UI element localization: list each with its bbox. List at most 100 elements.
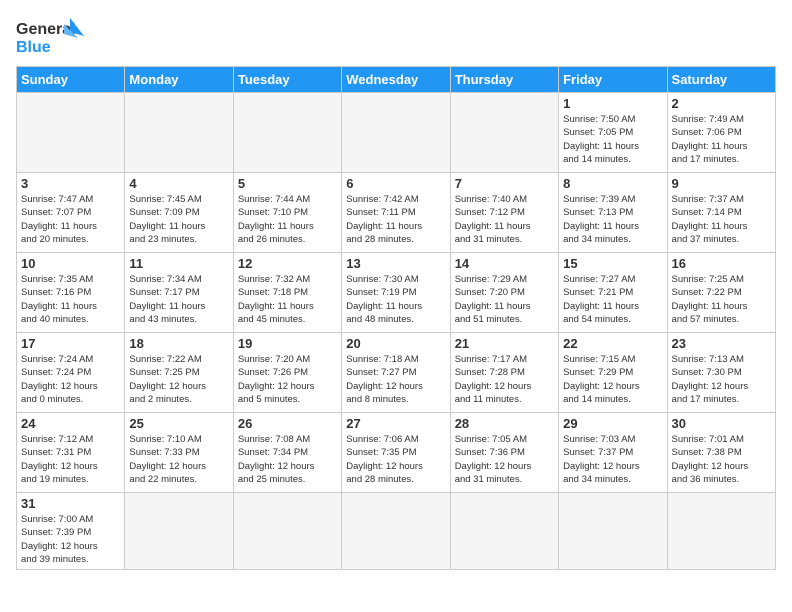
- calendar-cell: 8 Sunrise: 7:39 AM Sunset: 7:13 PM Daylig…: [559, 173, 667, 253]
- calendar-cell: 27 Sunrise: 7:06 AM Sunset: 7:35 PM Dayli…: [342, 413, 450, 493]
- calendar-cell: 11 Sunrise: 7:34 AM Sunset: 7:17 PM Dayli…: [125, 253, 233, 333]
- day-info: Sunrise: 7:45 AM Sunset: 7:09 PM Dayligh…: [129, 193, 228, 246]
- day-header-friday: Friday: [559, 67, 667, 93]
- calendar-cell: [125, 93, 233, 173]
- calendar-cell: 29Sunrise: 7:03 AM Sunset: 7:37 PM Dayli…: [559, 413, 667, 493]
- calendar-cell: 20 Sunrise: 7:18 AM Sunset: 7:27 PM Dayli…: [342, 333, 450, 413]
- calendar-cell: 13 Sunrise: 7:30 AM Sunset: 7:19 PM Dayli…: [342, 253, 450, 333]
- day-info: Sunrise: 7:20 AM Sunset: 7:26 PM Dayligh…: [238, 353, 337, 406]
- day-number: 8: [563, 176, 662, 191]
- calendar-cell: [342, 493, 450, 570]
- calendar-cell: 7 Sunrise: 7:40 AM Sunset: 7:12 PM Daylig…: [450, 173, 558, 253]
- day-number: 15: [563, 256, 662, 271]
- calendar-cell: 31Sunrise: 7:00 AM Sunset: 7:39 PM Dayli…: [17, 493, 125, 570]
- day-header-sunday: Sunday: [17, 67, 125, 93]
- day-number: 23: [672, 336, 771, 351]
- day-info: Sunrise: 7:47 AM Sunset: 7:07 PM Dayligh…: [21, 193, 120, 246]
- calendar-cell: [450, 93, 558, 173]
- day-info: Sunrise: 7:13 AM Sunset: 7:30 PM Dayligh…: [672, 353, 771, 406]
- calendar-cell: [450, 493, 558, 570]
- day-number: 12: [238, 256, 337, 271]
- calendar-cell: [233, 93, 341, 173]
- day-info: Sunrise: 7:37 AM Sunset: 7:14 PM Dayligh…: [672, 193, 771, 246]
- day-info: Sunrise: 7:29 AM Sunset: 7:20 PM Dayligh…: [455, 273, 554, 326]
- day-info: Sunrise: 7:35 AM Sunset: 7:16 PM Dayligh…: [21, 273, 120, 326]
- day-number: 27: [346, 416, 445, 431]
- day-number: 28: [455, 416, 554, 431]
- calendar-cell: 4 Sunrise: 7:45 AM Sunset: 7:09 PM Daylig…: [125, 173, 233, 253]
- calendar-cell: 1 Sunrise: 7:50 AM Sunset: 7:05 PM Daylig…: [559, 93, 667, 173]
- day-number: 21: [455, 336, 554, 351]
- calendar-cell: 6 Sunrise: 7:42 AM Sunset: 7:11 PM Daylig…: [342, 173, 450, 253]
- day-info: Sunrise: 7:00 AM Sunset: 7:39 PM Dayligh…: [21, 513, 120, 566]
- calendar-cell: 14Sunrise: 7:29 AM Sunset: 7:20 PM Dayli…: [450, 253, 558, 333]
- day-number: 26: [238, 416, 337, 431]
- calendar-cell: 19Sunrise: 7:20 AM Sunset: 7:26 PM Dayli…: [233, 333, 341, 413]
- day-info: Sunrise: 7:15 AM Sunset: 7:29 PM Dayligh…: [563, 353, 662, 406]
- calendar-cell: [667, 493, 775, 570]
- calendar-cell: [559, 493, 667, 570]
- header: GeneralBlue: [16, 16, 776, 58]
- day-number: 6: [346, 176, 445, 191]
- day-number: 24: [21, 416, 120, 431]
- day-header-tuesday: Tuesday: [233, 67, 341, 93]
- calendar-cell: 30 Sunrise: 7:01 AM Sunset: 7:38 PM Dayli…: [667, 413, 775, 493]
- day-info: Sunrise: 7:05 AM Sunset: 7:36 PM Dayligh…: [455, 433, 554, 486]
- calendar-cell: 18 Sunrise: 7:22 AM Sunset: 7:25 PM Dayli…: [125, 333, 233, 413]
- calendar-cell: 26 Sunrise: 7:08 AM Sunset: 7:34 PM Dayli…: [233, 413, 341, 493]
- day-number: 7: [455, 176, 554, 191]
- calendar-cell: 5Sunrise: 7:44 AM Sunset: 7:10 PM Daylig…: [233, 173, 341, 253]
- logo: GeneralBlue: [16, 16, 86, 58]
- calendar-cell: 9Sunrise: 7:37 AM Sunset: 7:14 PM Daylig…: [667, 173, 775, 253]
- day-info: Sunrise: 7:34 AM Sunset: 7:17 PM Dayligh…: [129, 273, 228, 326]
- day-info: Sunrise: 7:01 AM Sunset: 7:38 PM Dayligh…: [672, 433, 771, 486]
- calendar-cell: 22Sunrise: 7:15 AM Sunset: 7:29 PM Dayli…: [559, 333, 667, 413]
- day-info: Sunrise: 7:40 AM Sunset: 7:12 PM Dayligh…: [455, 193, 554, 246]
- day-info: Sunrise: 7:18 AM Sunset: 7:27 PM Dayligh…: [346, 353, 445, 406]
- day-info: Sunrise: 7:12 AM Sunset: 7:31 PM Dayligh…: [21, 433, 120, 486]
- day-number: 4: [129, 176, 228, 191]
- day-number: 16: [672, 256, 771, 271]
- day-header-monday: Monday: [125, 67, 233, 93]
- calendar-cell: [125, 493, 233, 570]
- calendar-cell: 23 Sunrise: 7:13 AM Sunset: 7:30 PM Dayli…: [667, 333, 775, 413]
- calendar-cell: 25 Sunrise: 7:10 AM Sunset: 7:33 PM Dayli…: [125, 413, 233, 493]
- day-number: 10: [21, 256, 120, 271]
- day-number: 20: [346, 336, 445, 351]
- day-info: Sunrise: 7:24 AM Sunset: 7:24 PM Dayligh…: [21, 353, 120, 406]
- day-number: 2: [672, 96, 771, 111]
- calendar-cell: 15 Sunrise: 7:27 AM Sunset: 7:21 PM Dayli…: [559, 253, 667, 333]
- svg-text:Blue: Blue: [16, 39, 51, 56]
- day-info: Sunrise: 7:39 AM Sunset: 7:13 PM Dayligh…: [563, 193, 662, 246]
- calendar-cell: 2 Sunrise: 7:49 AM Sunset: 7:06 PM Daylig…: [667, 93, 775, 173]
- calendar-cell: 28 Sunrise: 7:05 AM Sunset: 7:36 PM Dayli…: [450, 413, 558, 493]
- calendar-cell: [17, 93, 125, 173]
- day-header-saturday: Saturday: [667, 67, 775, 93]
- day-number: 18: [129, 336, 228, 351]
- day-number: 3: [21, 176, 120, 191]
- day-number: 5: [238, 176, 337, 191]
- day-number: 13: [346, 256, 445, 271]
- day-info: Sunrise: 7:27 AM Sunset: 7:21 PM Dayligh…: [563, 273, 662, 326]
- day-info: Sunrise: 7:42 AM Sunset: 7:11 PM Dayligh…: [346, 193, 445, 246]
- day-info: Sunrise: 7:49 AM Sunset: 7:06 PM Dayligh…: [672, 113, 771, 166]
- day-info: Sunrise: 7:17 AM Sunset: 7:28 PM Dayligh…: [455, 353, 554, 406]
- day-info: Sunrise: 7:10 AM Sunset: 7:33 PM Dayligh…: [129, 433, 228, 486]
- day-info: Sunrise: 7:50 AM Sunset: 7:05 PM Dayligh…: [563, 113, 662, 166]
- day-info: Sunrise: 7:25 AM Sunset: 7:22 PM Dayligh…: [672, 273, 771, 326]
- day-header-wednesday: Wednesday: [342, 67, 450, 93]
- day-number: 11: [129, 256, 228, 271]
- day-info: Sunrise: 7:03 AM Sunset: 7:37 PM Dayligh…: [563, 433, 662, 486]
- day-number: 1: [563, 96, 662, 111]
- day-info: Sunrise: 7:08 AM Sunset: 7:34 PM Dayligh…: [238, 433, 337, 486]
- calendar-cell: [233, 493, 341, 570]
- day-info: Sunrise: 7:06 AM Sunset: 7:35 PM Dayligh…: [346, 433, 445, 486]
- day-info: Sunrise: 7:22 AM Sunset: 7:25 PM Dayligh…: [129, 353, 228, 406]
- day-number: 25: [129, 416, 228, 431]
- day-number: 30: [672, 416, 771, 431]
- calendar-cell: 10 Sunrise: 7:35 AM Sunset: 7:16 PM Dayli…: [17, 253, 125, 333]
- day-number: 17: [21, 336, 120, 351]
- day-header-thursday: Thursday: [450, 67, 558, 93]
- generalblue-logo: GeneralBlue: [16, 16, 86, 58]
- day-info: Sunrise: 7:30 AM Sunset: 7:19 PM Dayligh…: [346, 273, 445, 326]
